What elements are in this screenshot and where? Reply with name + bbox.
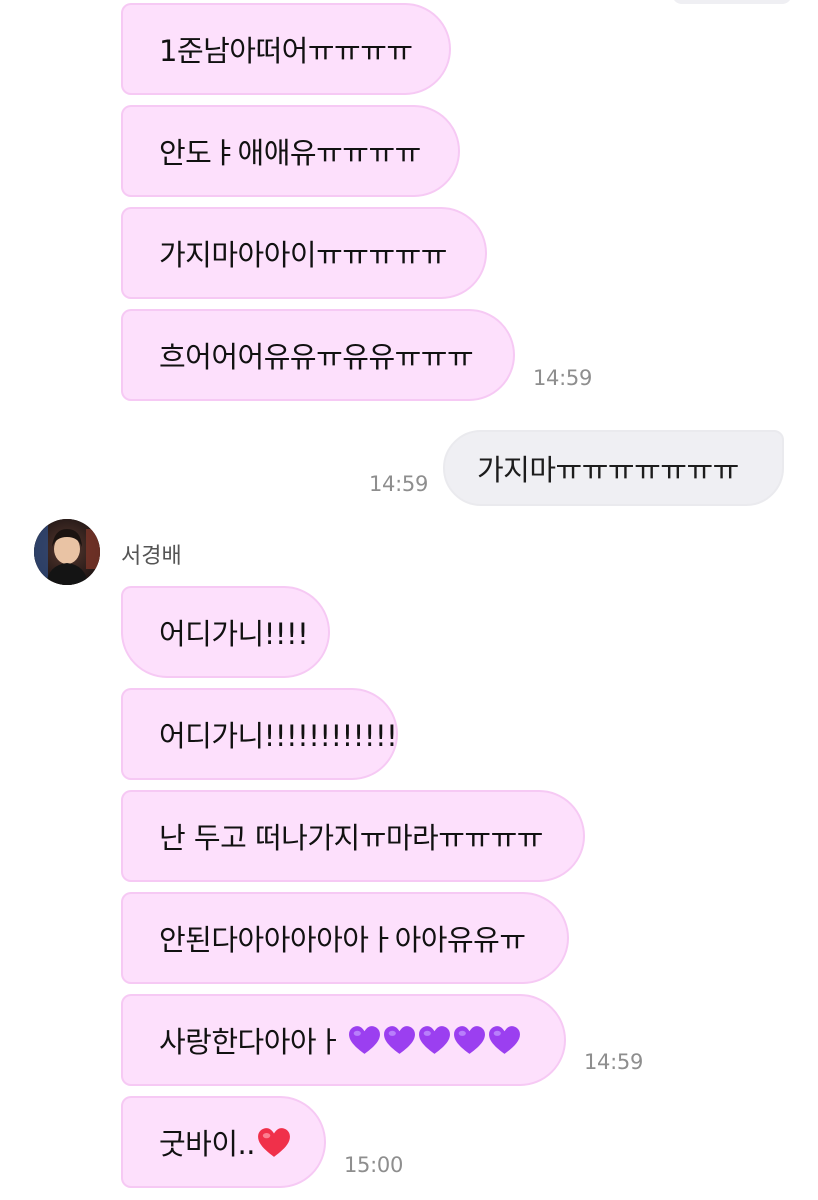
- incoming-message[interactable]: 어디가니!!!!: [121, 586, 330, 678]
- purple-heart-icon: [488, 1025, 521, 1055]
- message-text: 사랑한다아아ㅏ: [159, 1025, 343, 1059]
- purple-hearts: [348, 1025, 521, 1055]
- message-text: 난 두고 떠나가지ㅠ마라ㅠㅠㅠㅠ: [159, 821, 543, 855]
- purple-heart-icon: [348, 1025, 381, 1055]
- avatar-photo: [34, 519, 100, 585]
- incoming-message[interactable]: 굿바이..: [121, 1096, 326, 1188]
- message-text: 어디가니!!!!!!!!!!!!: [159, 719, 398, 753]
- incoming-message[interactable]: 난 두고 떠나가지ㅠ마라ㅠㅠㅠㅠ: [121, 790, 585, 882]
- purple-heart-icon: [383, 1025, 416, 1055]
- sender-name: 서경배: [121, 544, 182, 569]
- incoming-message[interactable]: 흐어어어유유ㅠ유유ㅠㅠㅠ: [121, 309, 515, 401]
- message-text: 가지마아아이ㅠㅠㅠㅠㅠ: [159, 238, 447, 272]
- message-timestamp: 14:59: [584, 1050, 644, 1074]
- message-text: 어디가니!!!!: [159, 617, 309, 651]
- red-heart-icon: [257, 1127, 291, 1158]
- outgoing-message[interactable]: 가지마ㅠㅠㅠㅠㅠㅠㅠ: [443, 430, 784, 506]
- message-timestamp: 15:00: [344, 1153, 404, 1177]
- message-text: 안된다아아아아아ㅏ아아유유ㅠ: [159, 923, 526, 957]
- message-text: 안도ㅑ애애유ㅠㅠㅠㅠ: [159, 136, 421, 170]
- message-timestamp: 14:59: [533, 366, 593, 390]
- purple-heart-icon: [418, 1025, 451, 1055]
- incoming-message[interactable]: 1준남아떠어ㅠㅠㅠㅠ: [121, 3, 451, 95]
- message-text: 굿바이..: [159, 1127, 255, 1161]
- message-text: 흐어어어유유ㅠ유유ㅠㅠㅠ: [159, 340, 474, 374]
- previous-message-fragment: [672, 0, 792, 4]
- incoming-message[interactable]: 안도ㅑ애애유ㅠㅠㅠㅠ: [121, 105, 460, 197]
- message-text: 가지마ㅠㅠㅠㅠㅠㅠㅠ: [477, 453, 739, 487]
- sender-avatar[interactable]: [34, 519, 100, 585]
- purple-heart-icon: [453, 1025, 486, 1055]
- incoming-message[interactable]: 안된다아아아아아ㅏ아아유유ㅠ: [121, 892, 569, 984]
- incoming-message[interactable]: 어디가니!!!!!!!!!!!!: [121, 688, 398, 780]
- message-text: 1준남아떠어ㅠㅠㅠㅠ: [159, 34, 413, 68]
- incoming-message[interactable]: 사랑한다아아ㅏ: [121, 994, 566, 1086]
- message-timestamp: 14:59: [369, 472, 429, 496]
- incoming-message[interactable]: 가지마아아이ㅠㅠㅠㅠㅠ: [121, 207, 487, 299]
